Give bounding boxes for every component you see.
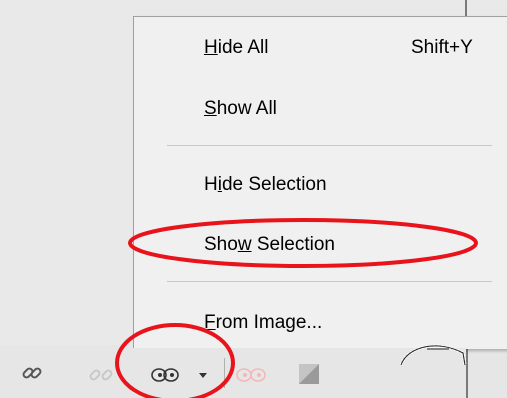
menu-item-shortcut: Shift+Y <box>411 37 473 58</box>
toolbar-separator <box>224 358 225 388</box>
menu-separator <box>167 281 492 282</box>
menu-item-from-image[interactable]: From Image... <box>134 302 507 346</box>
mask-disabled-icon <box>233 360 269 388</box>
menu-item-label: Hide Selection <box>204 174 327 195</box>
menu-item-hide-selection[interactable]: Hide Selection <box>134 164 507 208</box>
link-icon[interactable] <box>20 360 46 388</box>
unlink-icon <box>86 360 122 388</box>
menu-item-label: From Image... <box>204 312 323 333</box>
menu-item-show-selection[interactable]: Show Selection <box>134 224 507 268</box>
mask-square-icon <box>296 360 322 388</box>
menu-item-show-all[interactable]: Show All <box>134 88 507 132</box>
dropdown-arrow-icon[interactable] <box>196 360 210 388</box>
panel-divider-bottom <box>466 345 468 398</box>
visibility-context-menu: Hide All Shift+Y Show All Hide Selection… <box>133 16 507 349</box>
menu-item-label: Hide All <box>204 37 269 58</box>
menu-item-label: Show Selection <box>204 234 335 255</box>
menu-item-label: Show All <box>204 98 277 119</box>
mask-visibility-icon[interactable] <box>148 360 182 388</box>
bottom-toolbar <box>0 348 466 398</box>
menu-separator <box>167 145 492 146</box>
menu-item-hide-all[interactable]: Hide All Shift+Y <box>134 27 507 71</box>
